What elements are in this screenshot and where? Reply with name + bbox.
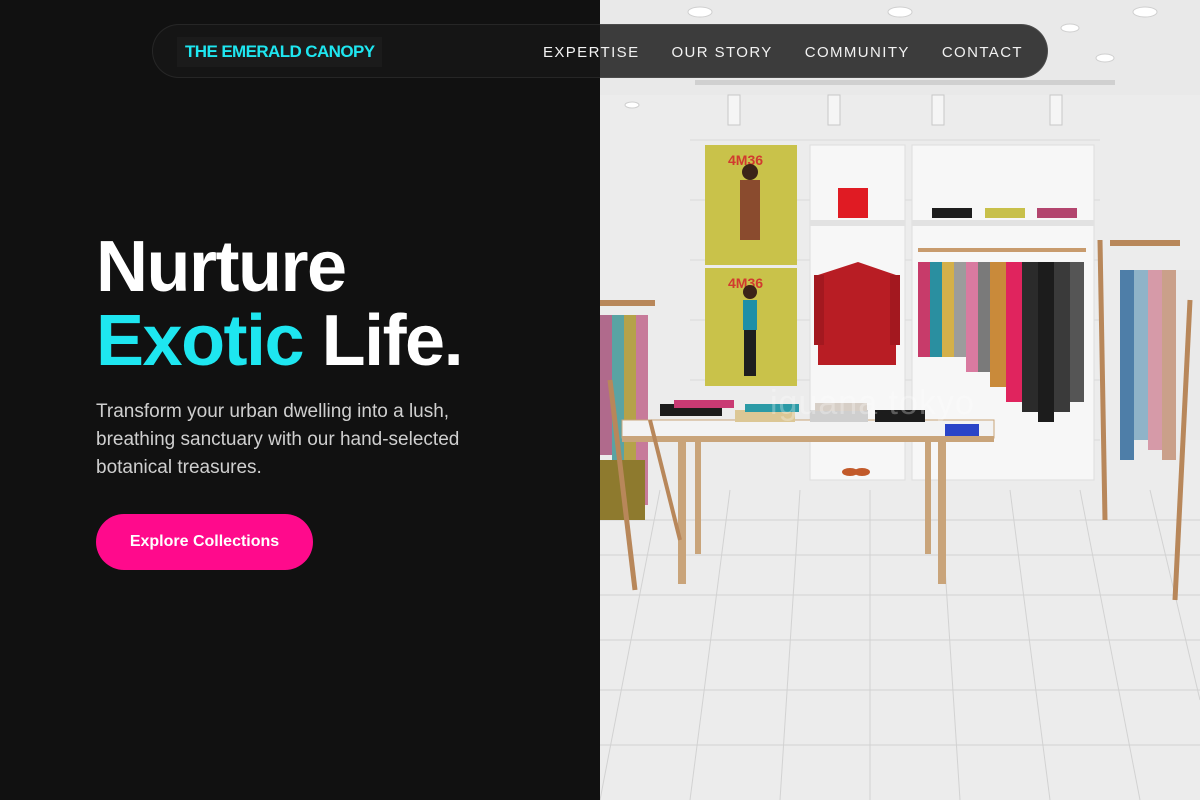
nav-link-our-story[interactable]: OUR STORY <box>671 44 772 61</box>
hero-title-dot: . <box>443 301 464 381</box>
nav-link-expertise[interactable]: EXPERTISE <box>543 44 640 61</box>
image-watermark: iguana tokyo <box>770 384 975 422</box>
hero-title-line-2: Exotic Life. <box>96 301 464 381</box>
nav-links: EXPERTISE OUR STORY COMMUNITY CONTACT <box>543 25 1023 79</box>
hero-subtitle: Transform your urban dwelling into a lus… <box>96 401 460 478</box>
hero-title: Nurture Exotic Life. <box>96 227 464 381</box>
hero-title-line-1: Nurture <box>96 227 347 307</box>
explore-collections-button[interactable]: Explore Collections <box>96 514 313 570</box>
nav-link-community[interactable]: COMMUNITY <box>805 44 910 61</box>
nav-link-contact[interactable]: CONTACT <box>942 44 1023 61</box>
brand-logo[interactable]: THE EMERALD CANOPY <box>177 37 383 67</box>
hero-title-accent-word: Exotic <box>96 301 305 381</box>
top-navbar: THE EMERALD CANOPY EXPERTISE OUR STORY C… <box>152 24 1048 78</box>
hero-title-word: Life <box>321 301 446 381</box>
